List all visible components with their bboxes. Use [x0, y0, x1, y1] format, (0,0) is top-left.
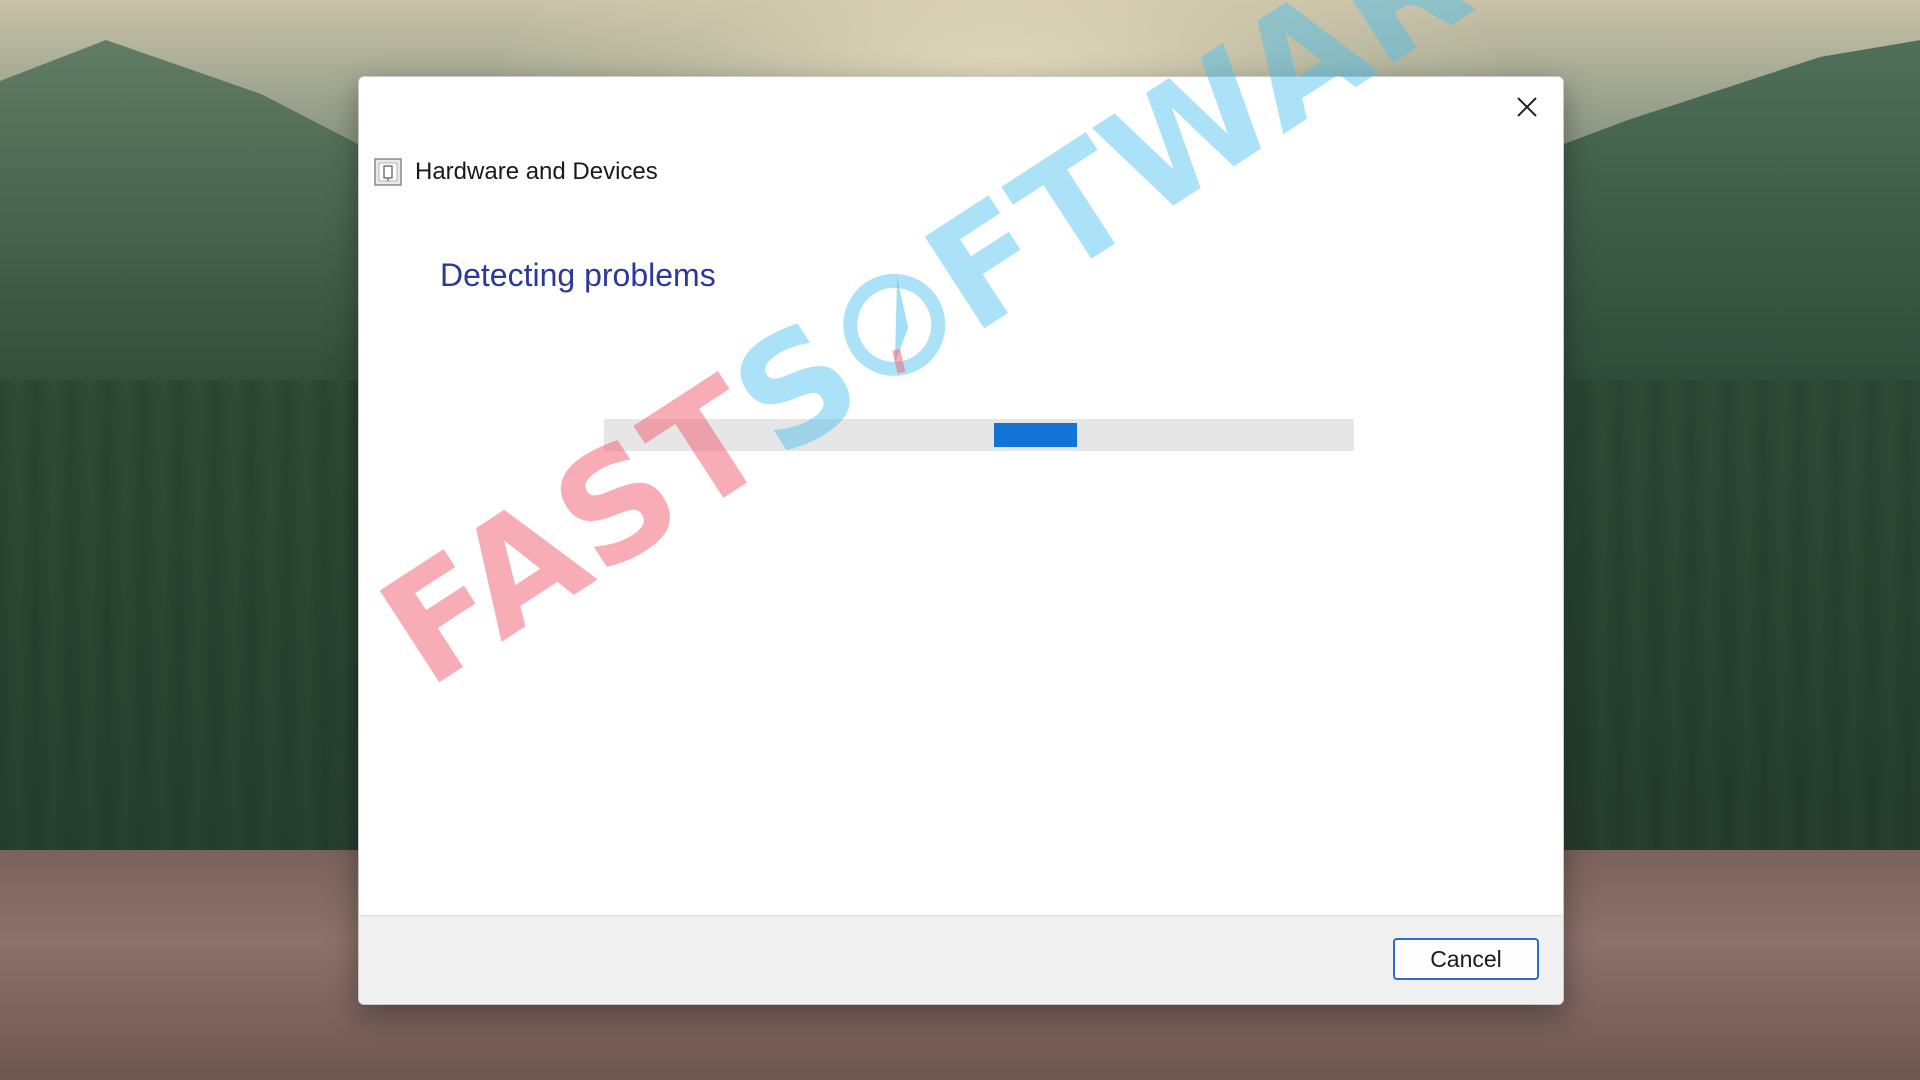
progress-indicator — [994, 423, 1077, 447]
close-icon — [1517, 97, 1537, 117]
progress-bar — [604, 419, 1354, 451]
dialog-title-row: Hardware and Devices — [373, 157, 658, 187]
desktop-background: Hardware and Devices Detecting problems … — [0, 0, 1920, 1080]
status-heading: Detecting problems — [440, 257, 716, 293]
dialog-footer: Cancel — [359, 915, 1563, 1004]
troubleshooter-icon — [374, 158, 402, 186]
troubleshooter-dialog: Hardware and Devices Detecting problems … — [358, 76, 1564, 1005]
close-button[interactable] — [1507, 89, 1547, 125]
cancel-button[interactable]: Cancel — [1393, 938, 1539, 980]
dialog-title: Hardware and Devices — [415, 158, 658, 185]
